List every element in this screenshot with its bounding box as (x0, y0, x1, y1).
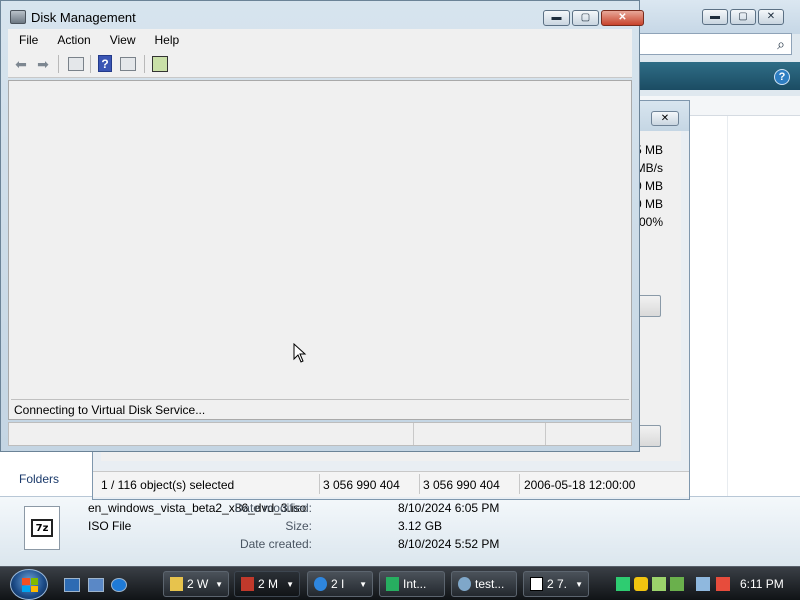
show-hide-action-pane-icon[interactable] (120, 57, 136, 71)
menu-help[interactable]: Help (144, 33, 188, 47)
window-title: Disk Management (31, 10, 136, 25)
mouse-cursor-icon (293, 343, 307, 363)
7zip-icon (530, 577, 543, 591)
status-separator (519, 474, 520, 494)
network-icon[interactable] (696, 577, 710, 591)
taskbar-button-label: 2 W (187, 577, 209, 591)
column-divider (727, 116, 728, 496)
taskbar-button-label: Int... (403, 577, 427, 591)
explorer-caption-buttons: ▬ ▢ ✕ (702, 9, 784, 25)
toolbar-separator (58, 55, 59, 73)
switch-windows-icon[interactable] (88, 578, 104, 592)
status-separator (413, 423, 414, 445)
toolbar-separator (144, 55, 145, 73)
disk-management-window: Disk Management ▬ ▢ ✕ File Action View H… (0, 0, 644, 452)
chevron-down-icon: ▼ (215, 580, 223, 589)
volume-muted-icon[interactable] (716, 577, 730, 591)
clock[interactable]: 6:11 PM (740, 577, 784, 591)
taskbar-button-label: 2 7. (547, 577, 568, 591)
status-separator (419, 474, 420, 494)
forward-arrow-icon[interactable]: ➡ (34, 55, 52, 73)
taskbar-button-int[interactable]: Int... (379, 571, 445, 597)
7zip-icon: 7z (31, 519, 53, 537)
taskbar-button-test[interactable]: test... (451, 571, 517, 597)
menu-action[interactable]: Action (46, 33, 98, 47)
size-label: Size: (285, 519, 312, 533)
chevron-down-icon: ▼ (359, 580, 367, 589)
green-flag-icon[interactable] (616, 577, 630, 591)
help-icon[interactable]: ? (98, 55, 112, 72)
toolbar-separator (90, 55, 91, 73)
management-icon (241, 577, 254, 591)
taskbar-button-internet-explorer[interactable]: 2 I ▼ (307, 571, 373, 597)
windows-logo-icon (22, 578, 38, 592)
explorer-minimize-button[interactable]: ▬ (702, 9, 728, 25)
app-icon (458, 577, 471, 591)
details-file-type: ISO File (88, 519, 132, 533)
explorer-close-button[interactable]: ✕ (758, 9, 784, 25)
back-arrow-icon[interactable]: ⬅ (12, 55, 30, 73)
disk-management-caption-buttons: ▬ ▢ ✕ (543, 10, 644, 26)
date-modified-value: 8/10/2024 6:05 PM (398, 501, 500, 515)
size-value: 3.12 GB (398, 519, 443, 533)
status-selection: 1 / 116 object(s) selected (101, 478, 235, 492)
app-tray-icon[interactable] (670, 577, 684, 591)
date-created-value: 8/10/2024 5:52 PM (398, 537, 500, 551)
taskbar-button-label: test... (475, 577, 505, 591)
taskbar-button-7zip[interactable]: 2 7. ▼ (523, 571, 589, 597)
status-separator (319, 474, 320, 494)
taskbar-button-label: 2 M (258, 577, 279, 591)
iso-file-icon: 7z (24, 506, 60, 550)
toolbar: ⬅ ➡ ? (8, 51, 632, 78)
status-packed-size: 3 056 990 404 (423, 478, 500, 492)
explorer-maximize-button[interactable]: ▢ (730, 9, 756, 25)
explorer-toolbar: ? (638, 62, 800, 90)
flag-icon (386, 577, 399, 591)
copy-dialog-close-button[interactable]: ✕ (651, 111, 679, 126)
folders-toggle[interactable]: Folders (19, 472, 59, 486)
status-separator (545, 423, 546, 445)
start-button[interactable] (10, 569, 48, 600)
menu-bar: File Action View Help (8, 29, 632, 51)
menu-file[interactable]: File (8, 33, 46, 47)
disk-management-icon[interactable] (10, 10, 26, 24)
disk-management-content: Connecting to Virtual Disk Service... (8, 80, 632, 420)
taskbar-button-management[interactable]: 2 M ▼ (234, 571, 300, 597)
taskbar-button-windows-explorer[interactable]: 2 W ▼ (163, 571, 229, 597)
properties-icon[interactable] (152, 56, 168, 72)
show-desktop-icon[interactable] (64, 578, 80, 592)
disk-management-status-bar (8, 422, 632, 446)
taskbar-button-label: 2 I (331, 577, 345, 591)
update-icon[interactable] (652, 577, 666, 591)
connecting-status: Connecting to Virtual Disk Service... (11, 399, 629, 417)
status-modified: 2006-05-18 12:00:00 (524, 478, 636, 492)
close-button[interactable]: ✕ (601, 10, 644, 26)
date-modified-label: Date modified: (234, 501, 312, 515)
chevron-down-icon: ▼ (575, 580, 583, 589)
minimize-button[interactable]: ▬ (543, 10, 570, 26)
show-hide-console-tree-icon[interactable] (68, 57, 84, 71)
menu-view[interactable]: View (99, 33, 144, 47)
chevron-down-icon: ▼ (286, 580, 294, 589)
search-icon[interactable]: ⌕ (777, 36, 785, 53)
help-icon[interactable]: ? (774, 69, 790, 85)
internet-explorer-icon[interactable] (111, 578, 127, 592)
status-size: 3 056 990 404 (323, 478, 400, 492)
maximize-button[interactable]: ▢ (572, 10, 599, 26)
date-created-label: Date created: (239, 537, 312, 551)
ie-icon (314, 577, 327, 591)
folder-icon (170, 577, 183, 591)
security-shield-icon[interactable] (634, 577, 648, 591)
explorer-status-bar: 1 / 116 object(s) selected 3 056 990 404… (93, 471, 689, 497)
explorer-search-input[interactable]: ⌕ (638, 33, 792, 55)
